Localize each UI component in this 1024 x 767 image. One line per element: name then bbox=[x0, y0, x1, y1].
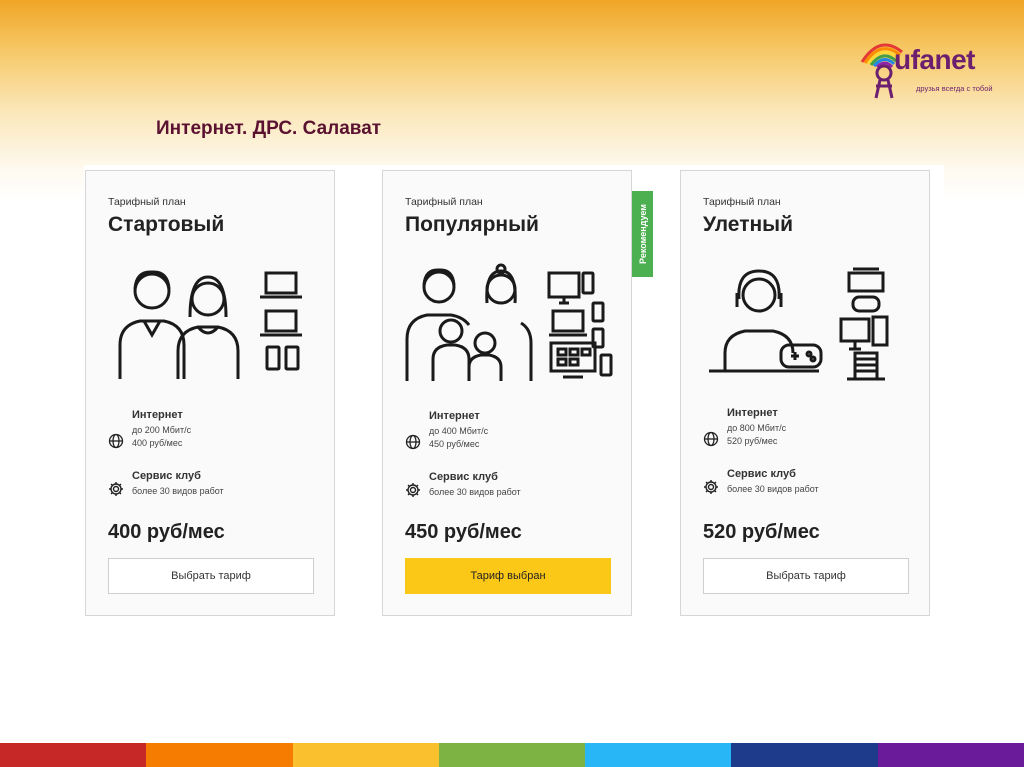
internet-title: Интернет bbox=[132, 409, 183, 421]
couple-devices-illustration bbox=[118, 270, 302, 379]
gear-icon bbox=[704, 480, 718, 494]
internet-price: 450 руб/мес bbox=[429, 439, 480, 449]
price: 450 руб/мес bbox=[405, 521, 522, 543]
internet-speed: до 200 Мбит/с bbox=[132, 425, 192, 435]
gear-icon bbox=[406, 483, 420, 497]
logo-wordmark: ufanet bbox=[894, 44, 976, 75]
plan-label: Тарифный план bbox=[405, 196, 483, 208]
service-title: Сервис клуб bbox=[132, 470, 201, 482]
plan-name: Стартовый bbox=[108, 213, 225, 236]
internet-title: Интернет bbox=[727, 407, 778, 419]
plan-label: Тарифный план bbox=[108, 196, 186, 208]
internet-speed: до 800 Мбит/с bbox=[727, 423, 787, 433]
gear-icon bbox=[109, 482, 123, 496]
recommended-badge: Рекомендуем bbox=[632, 191, 653, 277]
ufanet-logo: ufanet друзья всегда с тобой bbox=[856, 28, 1006, 104]
price: 400 руб/мес bbox=[108, 521, 225, 543]
plan-name: Улетный bbox=[703, 213, 794, 236]
footer-stripe-segment bbox=[731, 743, 878, 767]
internet-title: Интернет bbox=[429, 410, 480, 422]
select-tariff-button[interactable]: Выбрать тариф bbox=[108, 558, 314, 594]
page-title: Интернет. ДРС. Салават bbox=[156, 118, 382, 139]
gamer-devices-illustration bbox=[709, 267, 889, 381]
rainbow-footer-stripe bbox=[0, 743, 1024, 767]
tariff-selected-button[interactable]: Тариф выбран bbox=[405, 558, 611, 594]
internet-price: 520 руб/мес bbox=[727, 436, 778, 446]
family-devices-illustration bbox=[405, 263, 613, 381]
internet-speed: до 400 Мбит/с bbox=[429, 426, 489, 436]
footer-stripe-segment bbox=[877, 743, 1024, 767]
footer-stripe-segment bbox=[292, 743, 439, 767]
footer-stripe-segment bbox=[585, 743, 732, 767]
footer-stripe-segment bbox=[0, 743, 147, 767]
globe-icon bbox=[108, 433, 124, 449]
service-title: Сервис клуб bbox=[727, 468, 796, 480]
service-desc: более 30 видов работ bbox=[132, 486, 224, 496]
service-desc: более 30 видов работ bbox=[727, 484, 819, 494]
service-desc: более 30 видов работ bbox=[429, 487, 521, 497]
plan-label: Тарифный план bbox=[703, 196, 781, 208]
tariff-card-ultra: Тарифный план Улетный Интернет до 800 Мб… bbox=[680, 170, 930, 616]
tariff-card-popular: Тарифный план Популярный Интернет до 400… bbox=[382, 170, 632, 616]
globe-icon bbox=[405, 434, 421, 450]
select-tariff-button[interactable]: Выбрать тариф bbox=[703, 558, 909, 594]
price: 520 руб/мес bbox=[703, 521, 820, 543]
logo-tagline: друзья всегда с тобой bbox=[916, 84, 993, 93]
tariff-card-starter: Тарифный план Стартовый Интернет до 200 … bbox=[85, 170, 335, 616]
plan-name: Популярный bbox=[405, 213, 539, 236]
globe-icon bbox=[703, 431, 719, 447]
footer-stripe-segment bbox=[438, 743, 586, 767]
footer-stripe-segment bbox=[146, 743, 293, 767]
internet-price: 400 руб/мес bbox=[132, 438, 183, 448]
recommended-badge-label: Рекомендуем bbox=[637, 204, 648, 264]
service-title: Сервис клуб bbox=[429, 471, 498, 483]
